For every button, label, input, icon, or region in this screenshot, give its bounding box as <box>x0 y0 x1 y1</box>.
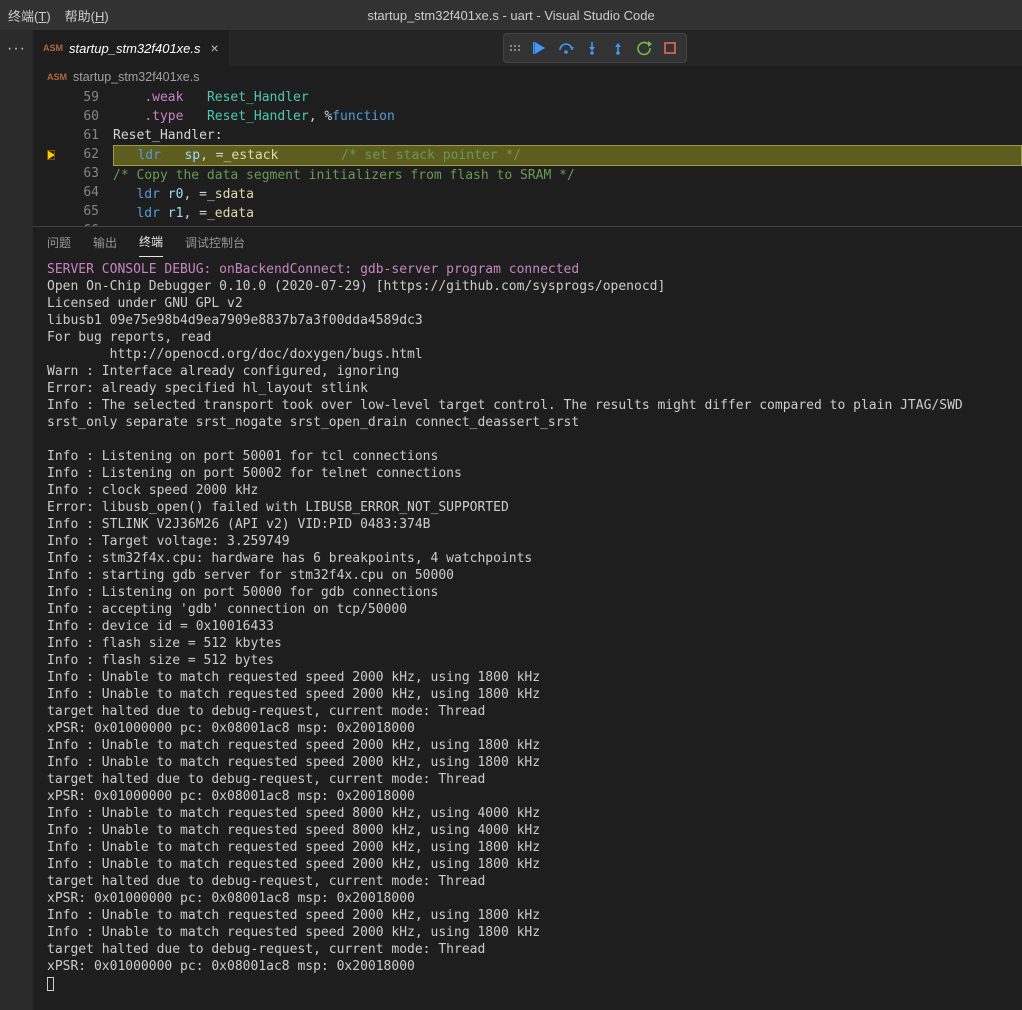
tab-problems[interactable]: 问题 <box>47 228 71 257</box>
code-line[interactable]: ldr r0, =_sdata <box>113 185 1022 204</box>
restart-button[interactable] <box>632 36 656 60</box>
editor-tab[interactable]: ASM startup_stm32f401xe.s × <box>33 30 230 66</box>
breadcrumb-path: startup_stm32f401xe.s <box>73 70 199 84</box>
continue-button[interactable] <box>528 36 552 60</box>
code-line[interactable]: /* Copy the data segment initializers fr… <box>113 166 1022 185</box>
tab-row: ASM startup_stm32f401xe.s × <box>33 30 1022 66</box>
window-title: startup_stm32f401xe.s - uart - Visual St… <box>367 8 654 23</box>
breadcrumb[interactable]: ASM startup_stm32f401xe.s <box>33 66 1022 88</box>
code-line[interactable]: .weak Reset_Handler <box>113 88 1022 107</box>
code-line[interactable]: .type Reset_Handler, %function <box>113 107 1022 126</box>
asm-badge-icon: ASM <box>47 72 67 82</box>
asm-badge-icon: ASM <box>43 43 63 53</box>
step-into-button[interactable] <box>580 36 604 60</box>
menu-terminal[interactable]: 终端(T) <box>8 6 51 25</box>
terminal-cursor <box>47 977 54 991</box>
line-number-gutter: 5960616263646566 <box>69 88 113 226</box>
glyph-margin <box>33 88 69 226</box>
menubar: 终端(T) 帮助(H) startup_stm32f401xe.s - uart… <box>0 0 1022 30</box>
code-line[interactable]: ldr sp, =_estack /* set stack pointer */ <box>113 145 1022 166</box>
close-icon[interactable]: × <box>211 40 219 56</box>
overflow-menu-icon[interactable]: ··· <box>7 40 26 58</box>
stop-button[interactable] <box>658 36 682 60</box>
step-out-button[interactable] <box>606 36 630 60</box>
tab-terminal[interactable]: 终端 <box>139 227 163 257</box>
menu-help[interactable]: 帮助(H) <box>65 6 109 25</box>
code-line[interactable]: Reset_Handler: <box>113 126 1022 145</box>
tab-filename: startup_stm32f401xe.s <box>69 41 201 56</box>
panel-tabs: 问题 输出 终端 调试控制台 <box>33 227 1022 257</box>
grip-icon[interactable] <box>508 45 522 51</box>
step-over-button[interactable] <box>554 36 578 60</box>
bottom-panel: 问题 输出 终端 调试控制台 SERVER CONSOLE DEBUG: onB… <box>33 226 1022 1010</box>
current-line-icon <box>47 150 55 160</box>
code-editor[interactable]: 5960616263646566 .weak Reset_Handler .ty… <box>33 88 1022 226</box>
code-line[interactable]: ldr r1, =_edata <box>113 204 1022 223</box>
tab-debug-console[interactable]: 调试控制台 <box>185 228 245 257</box>
debug-toolbar <box>503 33 687 63</box>
terminal-output[interactable]: SERVER CONSOLE DEBUG: onBackendConnect: … <box>33 257 1022 1010</box>
tab-output[interactable]: 输出 <box>93 228 117 257</box>
code-lines[interactable]: .weak Reset_Handler .type Reset_Handler,… <box>113 88 1022 226</box>
activity-strip: ··· <box>0 30 33 1010</box>
